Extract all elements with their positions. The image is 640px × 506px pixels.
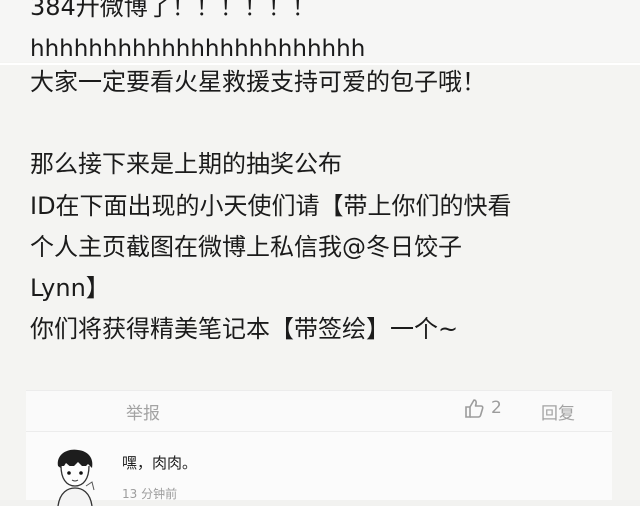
post-body-line-1: 大家一定要看火星救援支持可爱的包子哦！ xyxy=(30,68,486,96)
post-header-area: 384廾微博了！！！！！！ hhhhhhhhhhhhhhhhhhhhhhh xyxy=(0,0,640,62)
like-count: 2 xyxy=(491,398,502,418)
post-body-line-3: ID在下面出现的小天使们请【带上你们的快看 xyxy=(30,192,512,220)
post-body-line-4: 个人主页截图在微博上私信我@冬日饺子 xyxy=(30,233,462,261)
comment-timestamp: 13 分钟前 xyxy=(122,487,178,501)
post-body-line-2: 那么接下来是上期的抽奖公布 xyxy=(30,150,342,178)
screenshot-canvas: 384廾微博了！！！！！！ hhhhhhhhhhhhhhhhhhhhhhh 大家… xyxy=(0,0,640,506)
post-line-top-clipped: 384廾微博了！！！！！！ xyxy=(30,0,316,21)
post-body-line-5: Lynn】 xyxy=(30,274,110,302)
post-body-line-6: 你们将获得精美笔记本【带签绘】一个~ xyxy=(30,315,459,343)
post-line-hhh: hhhhhhhhhhhhhhhhhhhhhhh xyxy=(30,36,366,62)
thumbs-up-icon xyxy=(463,397,485,419)
post-action-bar: 举报 2 回复 xyxy=(26,390,612,432)
comment-text: 嘿，肉肉。 xyxy=(122,454,198,472)
reply-button[interactable]: 回复 xyxy=(541,399,575,424)
comment-item: 嘿，肉肉。 13 分钟前 xyxy=(26,432,612,506)
report-button[interactable]: 举报 xyxy=(126,399,160,424)
like-button[interactable]: 2 xyxy=(463,397,502,419)
user-avatar-drawing[interactable] xyxy=(48,446,100,506)
post-divider xyxy=(0,63,640,65)
